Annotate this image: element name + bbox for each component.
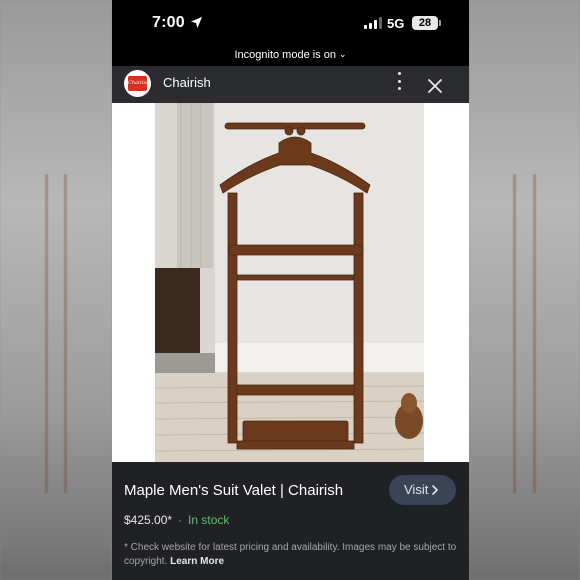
blurred-background-left: [0, 0, 112, 580]
blurred-background-right: [469, 0, 580, 580]
phone-screen: 7:00 5G 28 Incognito mode is on ⌄ Chairis…: [112, 0, 469, 580]
location-arrow-icon: [190, 16, 203, 29]
product-info-panel: Maple Men's Suit Valet | Chairish Visit …: [112, 462, 469, 580]
close-icon[interactable]: [428, 79, 442, 93]
status-bar: 7:00 5G 28: [112, 0, 469, 46]
stock-status: In stock: [188, 513, 230, 527]
status-time: 7:00: [152, 14, 185, 31]
disclaimer: * Check website for latest pricing and a…: [124, 541, 459, 569]
visit-label: Visit: [404, 482, 429, 497]
chairish-logo-icon: Chairish: [128, 76, 149, 91]
battery-icon: 28: [412, 16, 438, 30]
signal-bars-icon: [364, 17, 382, 29]
chevron-down-icon: ⌄: [338, 49, 347, 59]
price-line: $425.00* · In stock: [124, 513, 229, 527]
result-header: Chairish Chairish: [112, 66, 469, 103]
site-name[interactable]: Chairish: [163, 75, 211, 90]
incognito-label: Incognito mode is on: [234, 49, 336, 61]
product-price: $425.00*: [124, 513, 173, 527]
product-title[interactable]: Maple Men's Suit Valet | Chairish: [124, 482, 343, 499]
visit-button[interactable]: Visit: [389, 475, 456, 505]
battery-tip: [439, 20, 441, 26]
separator-dot: ·: [178, 513, 183, 527]
image-preview-area: [112, 103, 469, 462]
chevron-right-icon: [432, 485, 438, 495]
product-image[interactable]: [155, 103, 424, 462]
site-favicon[interactable]: Chairish: [124, 70, 151, 97]
network-type: 5G: [387, 16, 405, 31]
learn-more-link[interactable]: Learn More: [170, 556, 224, 567]
more-vert-icon[interactable]: [395, 72, 403, 90]
incognito-banner[interactable]: Incognito mode is on ⌄: [112, 49, 469, 65]
